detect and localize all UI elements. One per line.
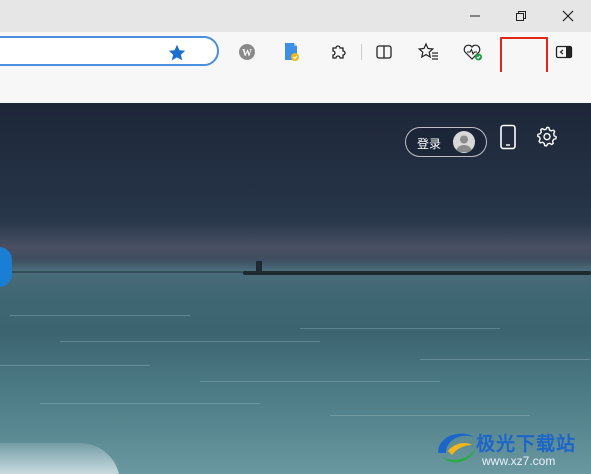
watermark-logo — [438, 433, 476, 463]
watermark: 极光下载站 www.xz7.com — [430, 421, 590, 474]
minimize-icon — [470, 15, 480, 17]
ice-crack — [330, 415, 530, 416]
extensions-button[interactable] — [326, 40, 350, 64]
ice-crack — [420, 359, 590, 360]
ice-crack — [300, 328, 500, 329]
wikipedia-extension-button[interactable]: W — [235, 40, 259, 64]
split-screen-icon — [376, 45, 392, 59]
watermark-url: www.xz7.com — [482, 454, 556, 468]
sidebar-toggle-button[interactable] — [552, 40, 576, 64]
watermark-title: 极光下载站 — [476, 433, 577, 455]
ice-crack — [200, 381, 440, 382]
favorites-icon — [418, 42, 438, 60]
jetty-silhouette — [243, 271, 591, 275]
title-bar — [0, 0, 591, 32]
ice-crack — [0, 365, 150, 366]
ice-crack — [40, 403, 260, 404]
lighthouse-silhouette — [256, 261, 262, 273]
favorites-button[interactable] — [417, 40, 441, 64]
star-filled-icon[interactable] — [167, 43, 187, 63]
toolbar-divider — [361, 44, 362, 60]
minimize-button[interactable] — [452, 0, 498, 32]
login-button[interactable]: 登录 — [405, 127, 487, 157]
ice-crack — [10, 315, 190, 316]
wikipedia-extension-icon: W — [239, 44, 255, 60]
gear-icon[interactable] — [536, 125, 558, 147]
sidebar-toggle-icon — [555, 45, 573, 59]
split-screen-button[interactable] — [372, 40, 396, 64]
sky-background — [0, 223, 591, 263]
user-icon — [456, 135, 472, 152]
address-bar[interactable] — [0, 36, 219, 66]
ice-crack — [60, 341, 320, 342]
new-tab-page: 登录 极光下载站 www.xz7.com — [0, 103, 591, 474]
extensions-puzzle-icon — [332, 45, 346, 59]
side-expand-button[interactable] — [0, 247, 12, 287]
browser-essentials-icon — [463, 44, 482, 61]
restore-icon — [516, 11, 526, 21]
restore-button[interactable] — [498, 0, 544, 32]
snow-foreground — [0, 443, 120, 474]
avatar — [453, 131, 475, 153]
close-button[interactable] — [545, 0, 591, 32]
svg-text:W: W — [242, 48, 252, 59]
login-label: 登录 — [417, 137, 442, 151]
phone-icon[interactable] — [498, 124, 518, 150]
browser-essentials-button[interactable] — [461, 40, 485, 64]
favorites-bar — [0, 72, 591, 103]
bookmark-extension-icon — [285, 43, 299, 61]
bookmark-extension-button[interactable] — [279, 40, 303, 64]
close-icon — [562, 10, 574, 22]
